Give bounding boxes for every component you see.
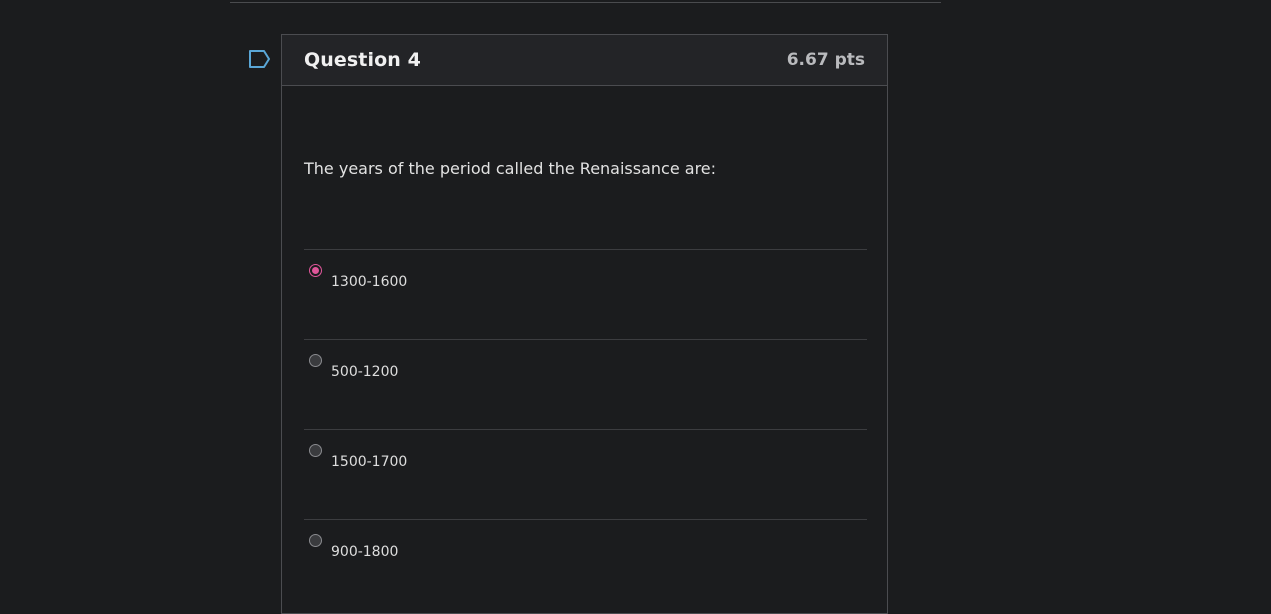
answer-option[interactable]: 1300-1600 [304,249,867,339]
radio-button[interactable] [309,444,322,457]
answer-option[interactable]: 500-1200 [304,339,867,429]
radio-button[interactable] [309,354,322,367]
top-divider [230,2,941,3]
answer-label[interactable]: 1500-1700 [331,454,407,470]
flag-question-icon[interactable] [248,49,272,69]
question-points: 6.67 pts [786,50,865,70]
answer-option[interactable]: 1500-1700 [304,429,867,519]
answer-label[interactable]: 900-1800 [331,544,398,560]
radio-button-selected[interactable] [309,264,322,277]
answer-option[interactable]: 900-1800 [304,519,867,609]
question-card: Question 4 6.67 pts The years of the per… [281,34,888,614]
question-header: Question 4 6.67 pts [282,35,887,86]
answer-label[interactable]: 500-1200 [331,364,398,380]
answer-label[interactable]: 1300-1600 [331,274,407,290]
answer-list: 1300-1600 500-1200 1500-1700 900-1800 [304,249,867,609]
radio-button[interactable] [309,534,322,547]
question-title: Question 4 [304,49,421,71]
question-text: The years of the period called the Renai… [304,159,717,178]
